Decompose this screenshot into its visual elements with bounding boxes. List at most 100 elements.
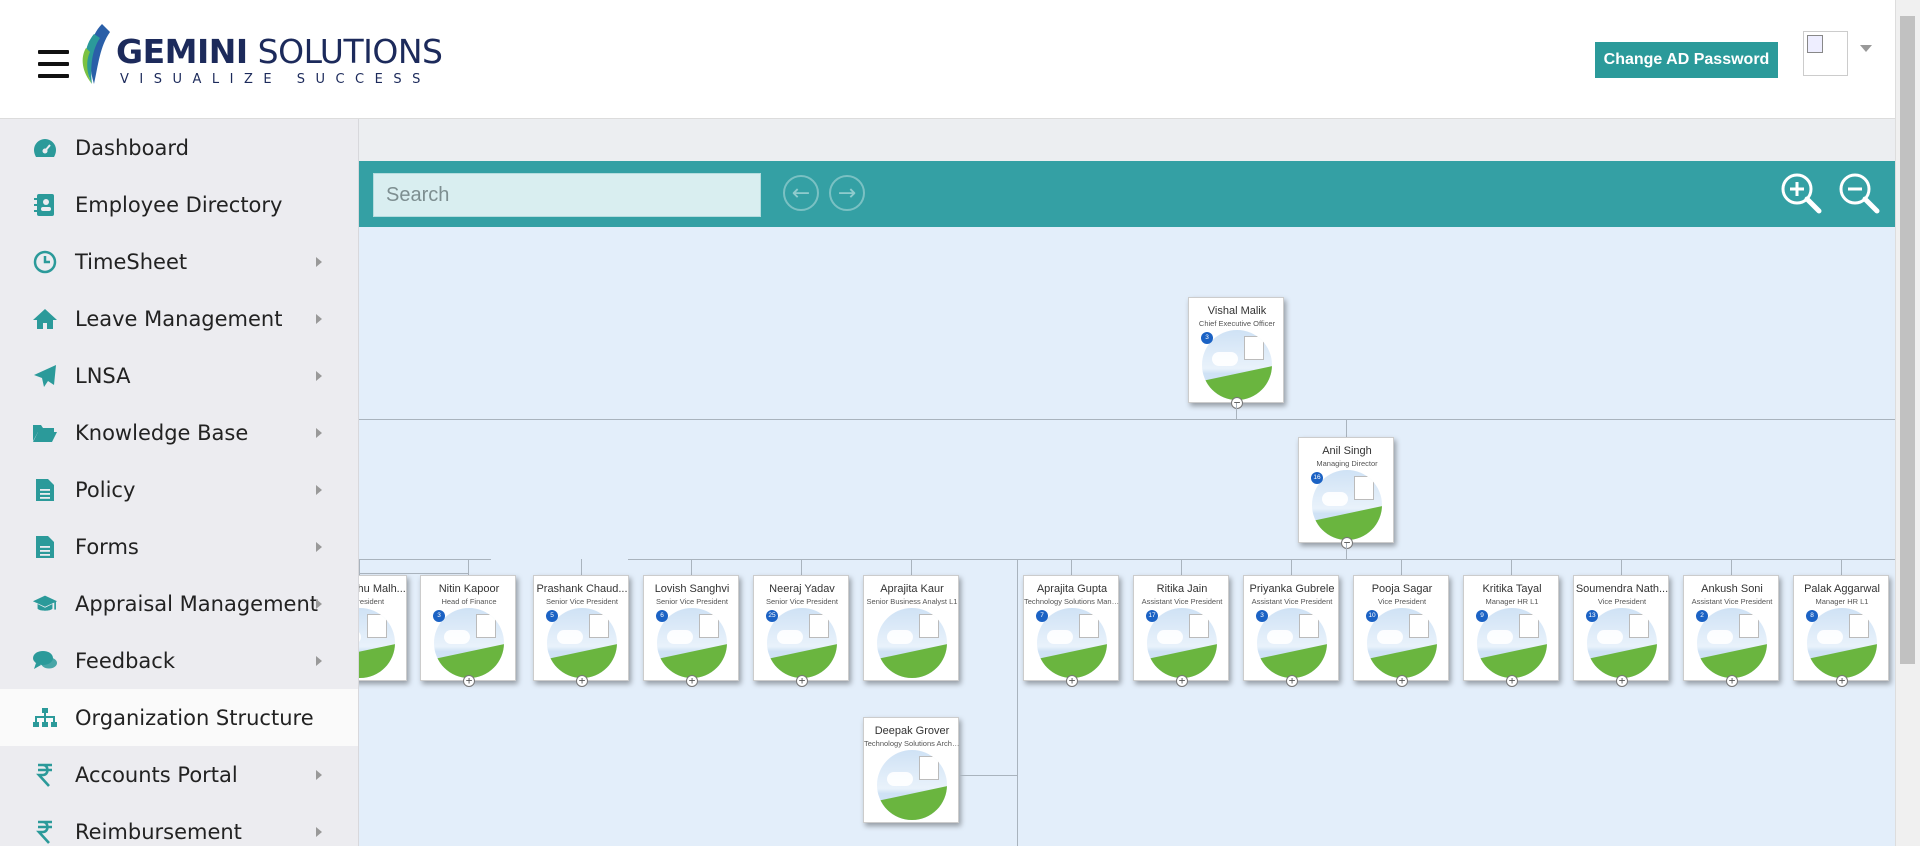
sidebar-item-feedback[interactable]: Feedback xyxy=(0,632,358,689)
chevron-right-icon xyxy=(316,256,322,267)
direct-reports-badge: 5 xyxy=(546,610,558,622)
sidebar-item-leave-management[interactable]: Leave Management xyxy=(0,290,358,347)
expand-icon[interactable]: + xyxy=(1726,675,1738,687)
arrow-left-icon[interactable]: ← xyxy=(783,175,819,211)
employee-name: Sudhanshu Malh... xyxy=(359,583,406,595)
employee-card[interactable]: Lovish Sanghvi Senior Vice President 6 + xyxy=(643,575,739,687)
employee-card[interactable]: Prashank Chaud... Senior Vice President 5 + xyxy=(533,575,629,687)
sidebar-item-label: Employee Directory xyxy=(75,192,283,217)
expand-icon[interactable]: + xyxy=(576,675,588,687)
employee-card[interactable]: Aprajita Kaur Senior Business Analyst L1 xyxy=(863,575,959,681)
employee-photo xyxy=(1587,608,1657,678)
connector-line xyxy=(1017,559,1018,846)
employee-title: Vice President xyxy=(1597,597,1647,606)
org-chart-canvas[interactable]: Vishal Malik Chief Executive Officer 3− Ani… xyxy=(359,227,1895,846)
change-ad-password-button[interactable]: Change AD Password xyxy=(1595,42,1778,78)
employee-name: Nitin Kapoor xyxy=(438,583,500,595)
expand-icon[interactable]: + xyxy=(1396,675,1408,687)
employee-photo xyxy=(1697,608,1767,678)
employee-card[interactable]: Kritika Tayal Manager HR L1 9 + xyxy=(1463,575,1559,687)
direct-reports-badge: 2 xyxy=(1696,610,1708,622)
sidebar-item-knowledge-base[interactable]: Knowledge Base xyxy=(0,404,358,461)
expand-icon[interactable]: + xyxy=(1066,675,1078,687)
hamburger-menu-icon[interactable] xyxy=(38,50,69,78)
employee-photo xyxy=(547,608,617,678)
chevron-right-icon xyxy=(316,370,322,381)
sidebar-item-reimbursement[interactable]: Reimbursement xyxy=(0,803,358,860)
sidebar-item-accounts-portal[interactable]: Accounts Portal xyxy=(0,746,358,803)
sidebar: Dashboard Employee Directory TimeSheet Leav… xyxy=(0,119,359,846)
chevron-right-icon xyxy=(316,598,322,609)
employee-card[interactable]: Sudhanshu Malh... Vice President xyxy=(359,575,407,681)
page-scrollbar[interactable] xyxy=(1895,0,1920,846)
user-avatar[interactable] xyxy=(1803,31,1848,76)
expand-icon[interactable]: + xyxy=(1286,675,1298,687)
employee-photo xyxy=(1202,330,1272,400)
zoom-in-icon[interactable] xyxy=(1779,171,1823,215)
employee-photo xyxy=(657,608,727,678)
employee-title: Managing Director xyxy=(1316,459,1378,468)
employee-title: Assistant Vice President xyxy=(1251,597,1333,606)
chevron-down-icon[interactable] xyxy=(1860,45,1872,52)
direct-reports-badge: 3 xyxy=(1256,610,1268,622)
expand-icon[interactable]: + xyxy=(686,675,698,687)
connector-line xyxy=(1346,419,1347,437)
employee-card[interactable]: Palak Aggarwal Manager HR L1 8 + xyxy=(1793,575,1889,687)
company-logo[interactable]: GEMINI SOLUTIONS VISUALIZE SUCCESS xyxy=(80,22,443,92)
graduation-cap-icon xyxy=(32,591,58,617)
arrow-right-icon[interactable]: → xyxy=(829,175,865,211)
address-book-icon xyxy=(32,192,58,218)
connector-line xyxy=(801,559,802,575)
connector-line xyxy=(1291,559,1292,575)
expand-icon[interactable]: + xyxy=(1616,675,1628,687)
sidebar-item-employee-directory[interactable]: Employee Directory xyxy=(0,176,358,233)
sidebar-item-label: Feedback xyxy=(75,648,176,673)
employee-card[interactable]: Pooja Sagar Vice President 10 + xyxy=(1353,575,1449,687)
home-icon xyxy=(32,306,58,332)
employee-title: Technology Solutions Manag... xyxy=(1024,597,1120,606)
chevron-right-icon xyxy=(316,427,322,438)
employee-card[interactable]: Vishal Malik Chief Executive Officer 3 − xyxy=(1188,297,1284,409)
sidebar-item-lnsa[interactable]: LNSA xyxy=(0,347,358,404)
employee-photo xyxy=(434,608,504,678)
sidebar-item-appraisal-management[interactable]: Appraisal Management xyxy=(0,575,358,632)
sidebar-item-dashboard[interactable]: Dashboard xyxy=(0,119,358,176)
sidebar-item-organization-structure[interactable]: Organization Structure xyxy=(0,689,358,746)
employee-card[interactable]: Aprajita Gupta Technology Solutions Manag… xyxy=(1023,575,1120,687)
expand-icon[interactable]: + xyxy=(1836,675,1848,687)
sidebar-item-label: Reimbursement xyxy=(75,819,242,844)
employee-title: Assistant Vice President xyxy=(1141,597,1223,606)
employee-card[interactable]: Priyanka Gubrele Assistant Vice President… xyxy=(1243,575,1339,687)
expand-icon[interactable]: + xyxy=(1176,675,1188,687)
sidebar-item-label: TimeSheet xyxy=(75,249,188,274)
employee-card[interactable]: Anil Singh Managing Director 16 − xyxy=(1298,437,1394,549)
employee-photo xyxy=(767,608,837,678)
logo-tagline: VISUALIZE SUCCESS xyxy=(120,72,431,87)
expand-icon[interactable]: + xyxy=(796,675,808,687)
sidebar-item-forms[interactable]: Forms xyxy=(0,518,358,575)
sidebar-item-timesheet[interactable]: TimeSheet xyxy=(0,233,358,290)
employee-card[interactable]: Soumendra Nath... Vice President 13 + xyxy=(1573,575,1669,687)
sidebar-item-label: Leave Management xyxy=(75,306,283,331)
employee-name: Aprajita Gupta xyxy=(1036,583,1108,595)
document-icon xyxy=(32,477,58,503)
employee-name: Vishal Malik xyxy=(1207,305,1267,317)
employee-photo xyxy=(1147,608,1217,678)
employee-card[interactable]: Ankush Soni Assistant Vice President 2 + xyxy=(1683,575,1779,687)
expand-icon[interactable]: + xyxy=(463,675,475,687)
employee-name: Palak Aggarwal xyxy=(1804,583,1880,595)
sidebar-item-policy[interactable]: Policy xyxy=(0,461,358,518)
expand-icon[interactable]: + xyxy=(1506,675,1518,687)
collapse-icon[interactable]: − xyxy=(1341,537,1353,549)
employee-name: Aprajita Kaur xyxy=(880,583,944,595)
search-input[interactable] xyxy=(373,173,761,217)
collapse-icon[interactable]: − xyxy=(1231,397,1243,409)
scrollbar-thumb[interactable] xyxy=(1900,16,1915,664)
employee-card[interactable]: Ritika Jain Assistant Vice President 17 + xyxy=(1133,575,1229,687)
employee-card[interactable]: Neeraj Yadav Senior Vice President 25 + xyxy=(753,575,849,687)
sitemap-icon xyxy=(32,705,58,731)
zoom-out-icon[interactable] xyxy=(1837,171,1881,215)
chevron-right-icon xyxy=(316,484,322,495)
employee-card[interactable]: Deepak Grover Technology Solutions Archit… xyxy=(863,717,960,823)
employee-card[interactable]: Nitin Kapoor Head of Finance 3 + xyxy=(420,575,516,687)
